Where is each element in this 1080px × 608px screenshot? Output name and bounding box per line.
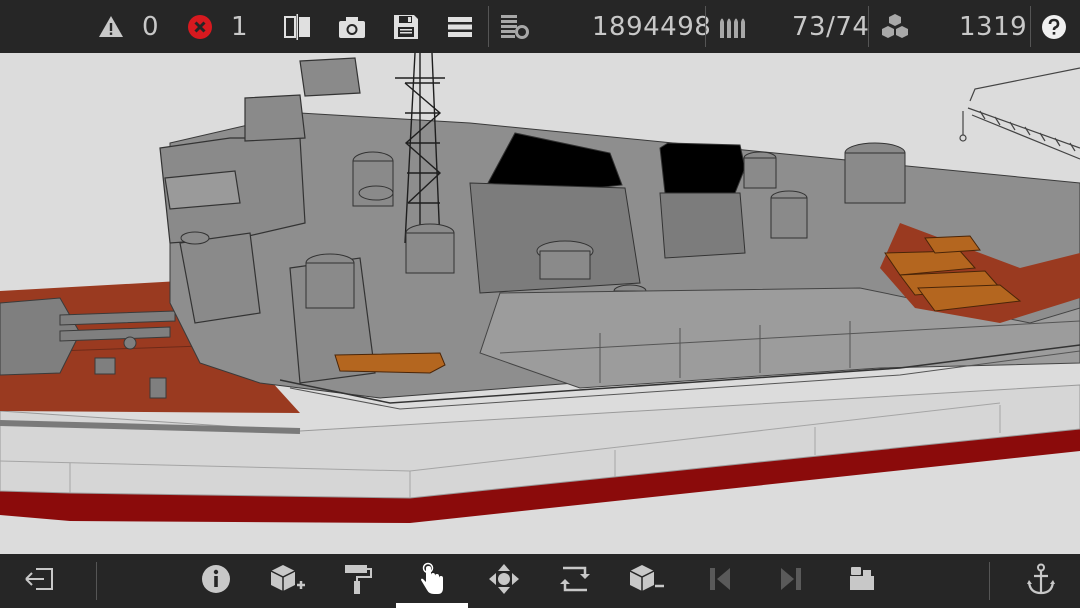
warning-icon bbox=[98, 15, 124, 39]
side-boat bbox=[334, 352, 446, 374]
top-toolbar: 0 1 1894498 73/74 1319 bbox=[0, 0, 1080, 53]
anchor-button[interactable] bbox=[1013, 554, 1069, 608]
bottom-toolbar bbox=[0, 554, 1080, 608]
toolbar-divider bbox=[868, 6, 869, 47]
hand-select-icon bbox=[418, 562, 446, 600]
toolbar-divider bbox=[488, 6, 489, 47]
screenshot-button[interactable] bbox=[337, 0, 367, 53]
crane bbox=[959, 67, 1080, 160]
previous-button[interactable] bbox=[692, 554, 748, 608]
toolbar-divider bbox=[705, 6, 706, 47]
camera-icon bbox=[337, 14, 367, 40]
active-tool-indicator bbox=[396, 603, 468, 608]
blocks-stat bbox=[879, 0, 911, 53]
view-camera-button[interactable] bbox=[835, 554, 891, 608]
help-button[interactable] bbox=[1041, 0, 1067, 53]
menu-button[interactable] bbox=[447, 0, 473, 53]
save-button[interactable] bbox=[392, 0, 420, 53]
aft-funnel bbox=[659, 142, 746, 194]
ammo-icon bbox=[717, 12, 749, 42]
ammo-stat bbox=[717, 0, 749, 53]
ship-model bbox=[0, 53, 1080, 523]
warnings-count: 0 bbox=[142, 11, 160, 42]
errors-count: 1 bbox=[231, 11, 249, 42]
rotate-icon bbox=[559, 564, 591, 598]
info-icon bbox=[201, 564, 231, 598]
toolbar-divider bbox=[989, 562, 990, 600]
remove-block-icon bbox=[628, 563, 664, 599]
split-view-button[interactable] bbox=[283, 0, 313, 53]
select-button[interactable] bbox=[404, 554, 460, 608]
paint-button[interactable] bbox=[330, 554, 386, 608]
split-view-icon bbox=[283, 13, 313, 40]
help-icon bbox=[1041, 14, 1067, 40]
coins-value: 1894498 bbox=[592, 11, 712, 42]
error-icon bbox=[187, 14, 213, 40]
model-viewport[interactable] bbox=[0, 53, 1080, 554]
coins-stat bbox=[499, 0, 531, 53]
remove-block-button[interactable] bbox=[618, 554, 674, 608]
toolbar-divider bbox=[1030, 6, 1031, 47]
save-icon bbox=[392, 13, 420, 41]
move-button[interactable] bbox=[476, 554, 532, 608]
rotate-button[interactable] bbox=[547, 554, 603, 608]
menu-icon bbox=[447, 15, 473, 39]
add-block-button[interactable] bbox=[259, 554, 315, 608]
view-camera-icon bbox=[848, 565, 878, 597]
exit-button[interactable] bbox=[12, 554, 68, 608]
blocks-value: 1319 bbox=[959, 11, 1028, 42]
paint-roller-icon bbox=[343, 563, 373, 599]
next-icon bbox=[779, 566, 803, 596]
toolbar-divider bbox=[96, 562, 97, 600]
next-button[interactable] bbox=[763, 554, 819, 608]
errors-indicator[interactable]: 1 bbox=[187, 0, 248, 53]
previous-icon bbox=[708, 566, 732, 596]
coins-icon bbox=[499, 12, 531, 42]
exit-icon bbox=[24, 565, 56, 597]
anchor-icon bbox=[1026, 563, 1056, 599]
warnings-indicator[interactable]: 0 bbox=[98, 0, 159, 53]
move-icon bbox=[488, 563, 520, 599]
add-block-icon bbox=[269, 563, 305, 599]
ammo-value: 73/74 bbox=[792, 11, 870, 42]
info-button[interactable] bbox=[188, 554, 244, 608]
blocks-icon bbox=[879, 12, 911, 42]
